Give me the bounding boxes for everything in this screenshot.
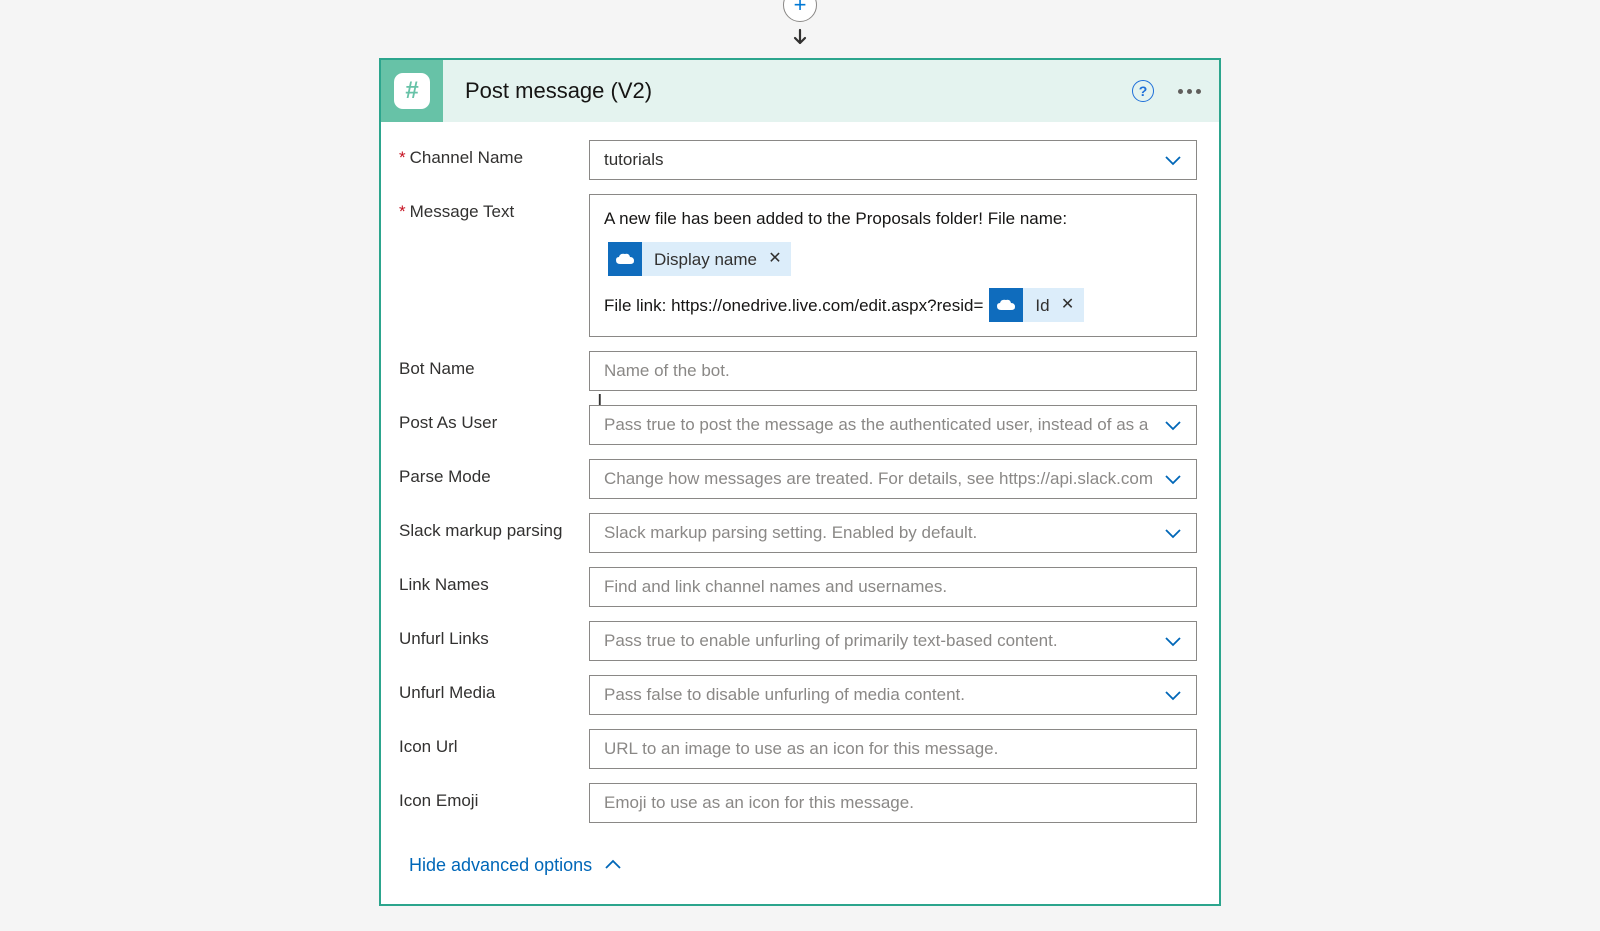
message-text-fragment: A new file has been added to the Proposa… [604, 205, 1067, 232]
chevron-down-icon [1164, 419, 1182, 431]
message-text-input[interactable]: A new file has been added to the Proposa… [589, 194, 1197, 337]
slack-icon-tile: # [381, 60, 443, 122]
ellipsis-icon [1178, 89, 1201, 94]
slack-markup-select[interactable]: Slack markup parsing setting. Enabled by… [589, 513, 1197, 553]
parse-mode-label: Parse Mode [399, 459, 589, 487]
chevron-up-icon [604, 855, 622, 876]
icon-emoji-input[interactable] [589, 783, 1197, 823]
hash-icon: # [394, 73, 430, 109]
icon-url-label: Icon Url [399, 729, 589, 757]
icon-emoji-label: Icon Emoji [399, 783, 589, 811]
unfurl-links-label: Unfurl Links [399, 621, 589, 649]
link-names-label: Link Names [399, 567, 589, 595]
slack-markup-label: Slack markup parsing [399, 513, 589, 541]
bot-name-label: Bot Name [399, 351, 589, 379]
link-names-input[interactable] [589, 567, 1197, 607]
chevron-down-icon [1164, 527, 1182, 539]
chevron-down-icon [1164, 154, 1182, 166]
chevron-down-icon [1164, 635, 1182, 647]
token-remove-button[interactable]: ✕ [1060, 292, 1084, 318]
dynamic-token-display-name[interactable]: Display name ✕ [608, 242, 791, 276]
onedrive-icon [608, 242, 642, 276]
chevron-down-icon [1164, 689, 1182, 701]
message-text-fragment: File link: https://onedrive.live.com/edi… [604, 292, 983, 319]
message-text-label: *Message Text [399, 194, 589, 222]
hide-advanced-toggle[interactable]: Hide advanced options [399, 837, 1197, 904]
unfurl-links-select[interactable]: Pass true to enable unfurling of primari… [589, 621, 1197, 661]
unfurl-media-select[interactable]: Pass false to disable unfurling of media… [589, 675, 1197, 715]
icon-url-input[interactable] [589, 729, 1197, 769]
card-title: Post message (V2) [465, 78, 1109, 104]
action-card: # Post message (V2) ? *Channel Name tuto… [379, 58, 1221, 906]
bot-name-input[interactable] [589, 351, 1197, 391]
unfurl-media-label: Unfurl Media [399, 675, 589, 703]
add-step-button[interactable]: + [783, 0, 817, 22]
card-header: # Post message (V2) ? [381, 60, 1219, 122]
token-remove-button[interactable]: ✕ [767, 246, 791, 272]
arrow-down-icon [790, 28, 810, 52]
dynamic-token-id[interactable]: Id ✕ [989, 288, 1083, 322]
post-as-user-select[interactable]: Pass true to post the message as the aut… [589, 405, 1197, 445]
channel-name-label: *Channel Name [399, 140, 589, 168]
chevron-down-icon [1164, 473, 1182, 485]
card-body: *Channel Name tutorials *Message Text A … [381, 122, 1219, 904]
help-button[interactable]: ? [1131, 79, 1155, 103]
more-menu-button[interactable] [1177, 79, 1201, 103]
parse-mode-select[interactable]: Change how messages are treated. For det… [589, 459, 1197, 499]
help-icon: ? [1132, 80, 1154, 102]
onedrive-icon [989, 288, 1023, 322]
channel-name-select[interactable]: tutorials [589, 140, 1197, 180]
post-as-user-label: Post As User [399, 405, 589, 433]
